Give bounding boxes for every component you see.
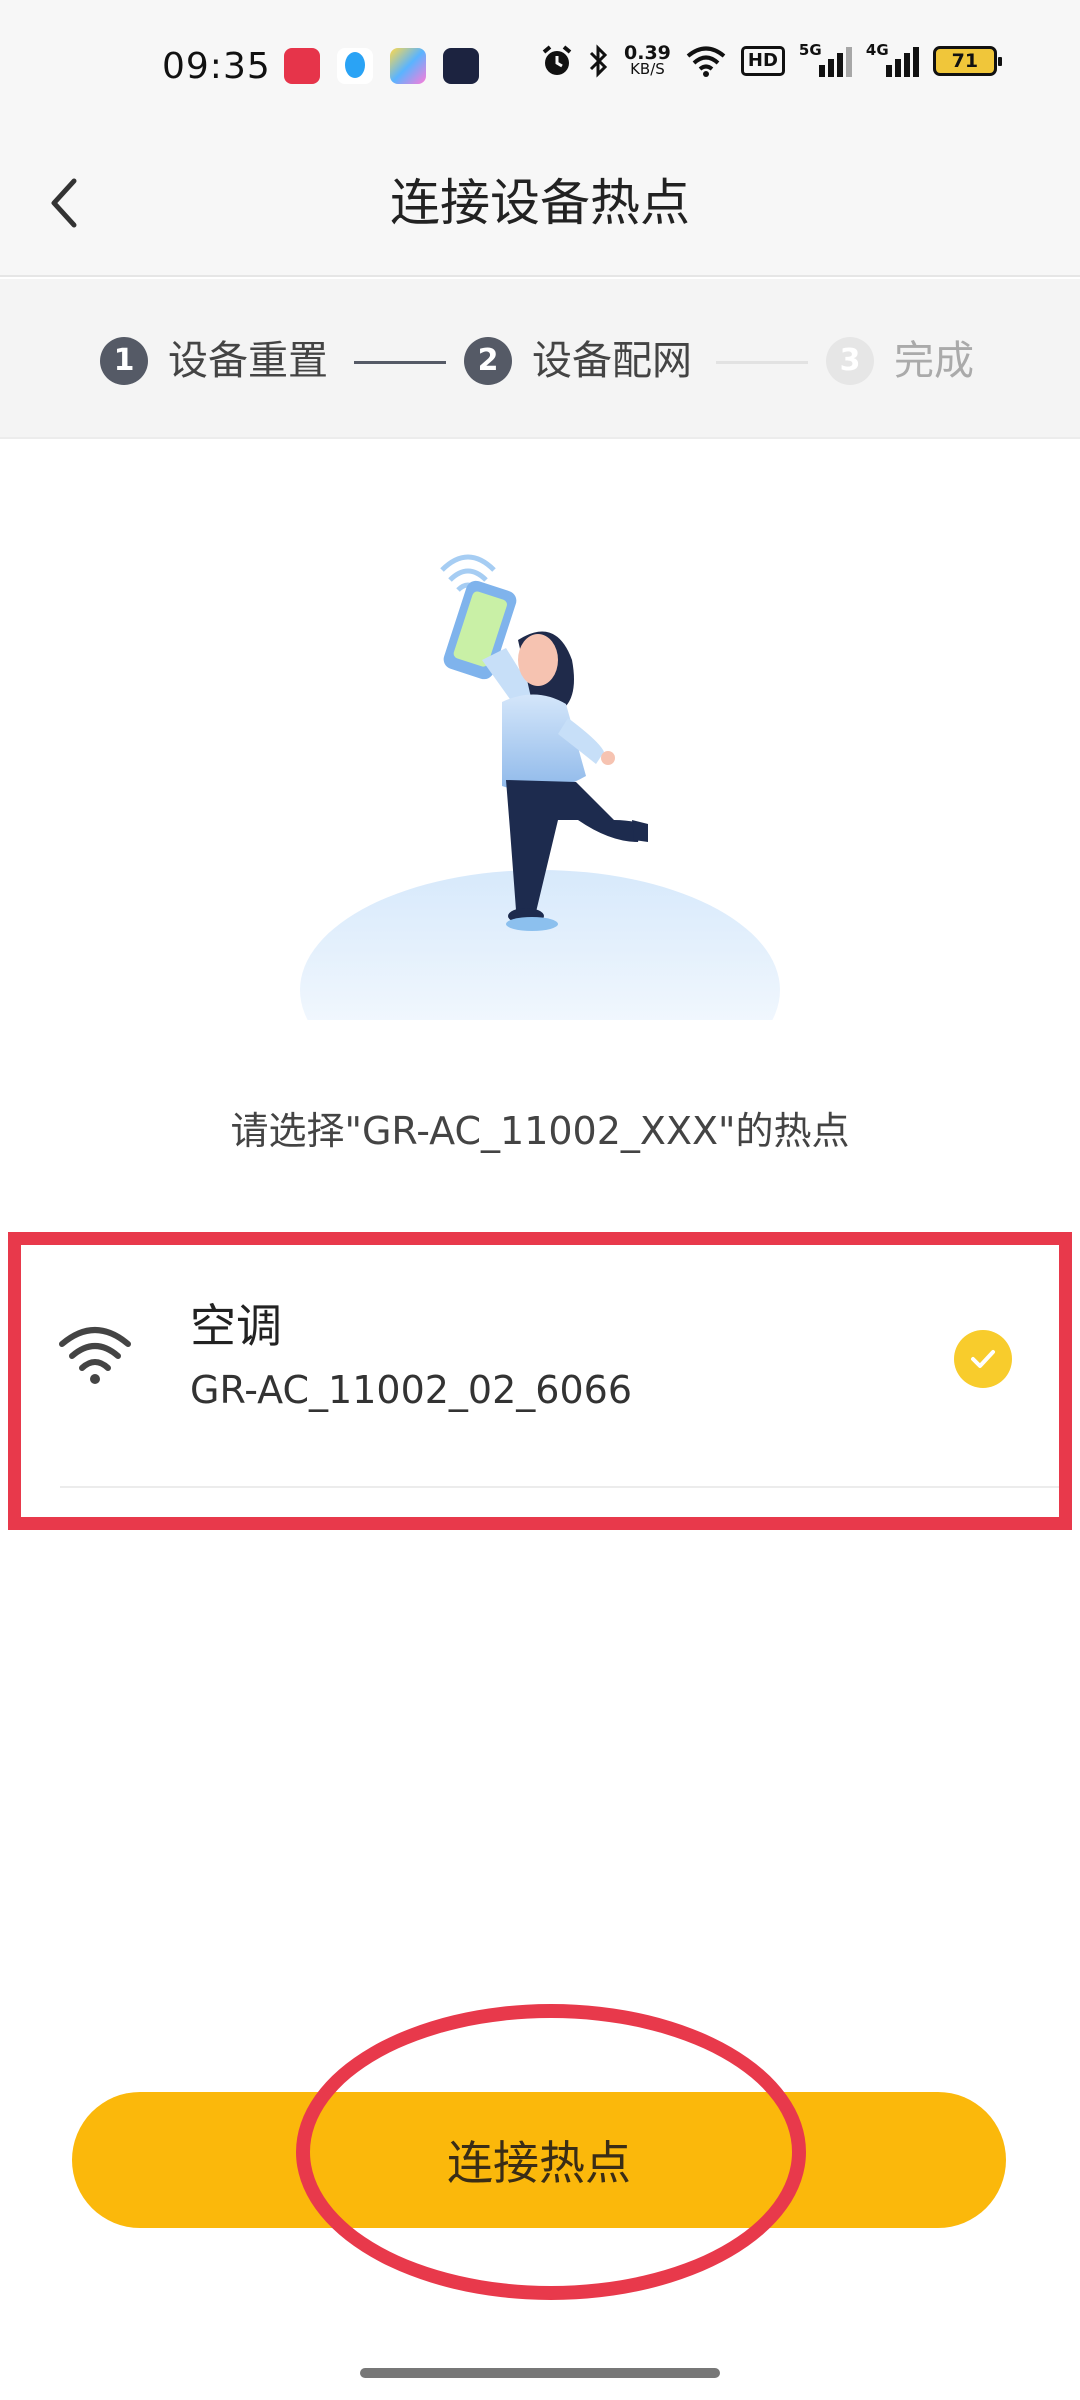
signal-5g-label: 5G [798,41,822,59]
net-speed: 0.39 KB/S [624,42,671,78]
notification-icons [284,48,479,84]
step-2-number: 2 [464,337,512,385]
bluetooth-icon [589,44,608,78]
net-speed-value: 0.39 [624,42,671,64]
step-3-number: 3 [826,337,874,385]
app-icon [443,48,479,84]
step-2-label: 设备配网 [532,338,692,384]
connect-hotspot-button[interactable]: 连接热点 [72,2092,1006,2228]
hotspot-hint: 请选择"GR-AC_11002_XXX"的热点 [230,1109,850,1153]
status-bar: 09:35 0.39 KB/S HD 5G 4G 71 [0,0,1080,135]
battery-icon: 71 [932,46,1002,76]
alarm-icon [542,45,572,75]
signal-5g-icon: 5G [799,41,852,77]
header: 连接设备热点 [0,135,1080,277]
signal-4g-icon: 4G [866,41,919,77]
hd-badge: HD [740,46,785,76]
system-icons: 0.39 KB/S HD 5G 4G 71 [540,41,1002,78]
hotspot-name: 空调 [190,1299,282,1353]
progress-steps: 1 设备重置 2 设备配网 3 完成 [0,279,1080,439]
hotspot-illustration [270,520,810,1110]
wifi-status-icon [686,46,726,77]
list-divider [60,1486,1062,1488]
battery-level: 71 [951,50,979,72]
step-1-number: 1 [100,337,148,385]
step-1-label: 设备重置 [168,338,328,384]
step-3-label: 完成 [894,338,974,384]
browser-icon [390,48,426,84]
signal-4g-label: 4G [865,41,889,59]
screen: 09:35 0.39 KB/S HD 5G 4G 71 连接设备热点 1 设备重… [0,0,1080,2400]
hotspot-list-item[interactable]: 空调 GR-AC_11002_02_6066 [18,1240,1062,1488]
home-indicator[interactable] [360,2368,720,2378]
hotspot-ssid: GR-AC_11002_02_6066 [190,1368,632,1412]
selected-check-icon [954,1330,1012,1388]
net-speed-unit: KB/S [630,60,665,78]
wifi-icon [56,1322,134,1386]
step-connector-2 [716,361,808,364]
step-connector-1 [354,361,446,364]
status-time: 09:35 [162,46,271,87]
page-title: 连接设备热点 [390,174,690,232]
screen-recorder-icon [284,48,320,84]
qq-icon [337,48,373,84]
